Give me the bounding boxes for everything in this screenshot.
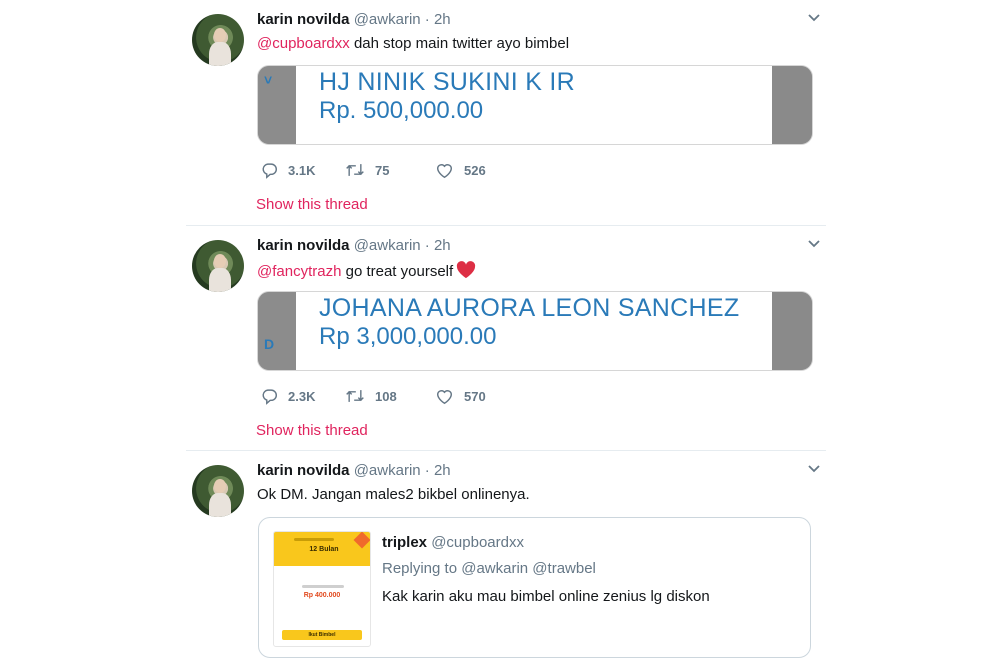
media-amount: Rp 3,000,000.00 — [319, 323, 497, 350]
separator: · — [424, 462, 430, 479]
tweet-media-image[interactable]: ˅ HJ NINIK SUKINI K IR Rp. 500,000.00 — [257, 65, 813, 145]
media-edge — [772, 66, 812, 144]
tweet-header: karin novilda @awkarin · 2h — [257, 11, 451, 28]
reply-button[interactable]: 3.1K — [261, 160, 315, 180]
reply-icon — [261, 162, 278, 179]
promo-plan-title: 12 Bulan — [309, 546, 339, 553]
chevron-down-icon[interactable] — [808, 14, 820, 26]
avatar[interactable] — [192, 14, 244, 66]
tweet-body: dah stop main twitter ayo bimbel — [349, 35, 570, 52]
media-amount: Rp. 500,000.00 — [319, 97, 484, 124]
tweet-header: karin novilda @awkarin · 2h — [257, 237, 451, 254]
quoted-author-handle[interactable]: @cupboardxx — [431, 534, 524, 551]
author-handle[interactable]: @awkarin — [354, 237, 421, 254]
quoted-author-name[interactable]: triplex — [382, 534, 427, 551]
author-name[interactable]: karin novilda — [257, 462, 350, 479]
quoted-tweet[interactable]: 12 Bulan Rp 400.000 Ikut Bimbel triplex … — [258, 517, 811, 658]
like-count: 526 — [464, 162, 486, 178]
media-edge — [772, 292, 812, 370]
timestamp[interactable]: 2h — [434, 237, 451, 254]
reply-count: 3.1K — [288, 162, 316, 178]
quoted-tweet-text: Kak karin aku mau bimbel online zenius l… — [382, 588, 710, 605]
media-fragment: D — [264, 336, 275, 352]
show-thread-link[interactable]: Show this thread — [256, 422, 368, 439]
author-handle[interactable]: @awkarin — [354, 462, 421, 479]
timestamp[interactable]: 2h — [434, 462, 451, 479]
tweet[interactable]: karin novilda @awkarin · 2h Ok DM. Janga… — [186, 451, 826, 667]
mention-link[interactable]: @fancytrazh — [257, 263, 341, 280]
separator: · — [424, 11, 430, 28]
tweet-actions: 3.1K 75 526 — [257, 160, 657, 180]
mention-link[interactable]: @cupboardxx — [257, 35, 350, 52]
tweet-text: Ok DM. Jangan males2 bikbel onlinenya. — [257, 486, 530, 503]
tweet-media-image[interactable]: D JOHANA AURORA LEON SANCHEZ Rp 3,000,00… — [257, 291, 813, 371]
chevron-down-icon[interactable] — [808, 465, 820, 477]
red-heart-emoji-icon — [456, 261, 476, 283]
like-button[interactable]: 570 — [435, 386, 486, 406]
reply-button[interactable]: 2.3K — [261, 386, 315, 406]
promo-price: Rp 400.000 — [303, 592, 341, 599]
promo-line — [294, 538, 334, 541]
heart-icon — [435, 388, 454, 405]
avatar[interactable] — [192, 240, 244, 292]
tweet[interactable]: karin novilda @awkarin · 2h @cupboardxx … — [186, 0, 826, 226]
retweet-count: 108 — [375, 388, 397, 404]
retweet-icon — [345, 388, 365, 404]
chevron-down-icon[interactable] — [808, 240, 820, 252]
quoted-tweet-header: triplex @cupboardxx — [382, 534, 524, 551]
media-edge — [258, 292, 296, 370]
timestamp[interactable]: 2h — [434, 11, 451, 28]
tweet-text: @fancytrazh go treat yourself — [257, 261, 476, 283]
replying-to: Replying to @awkarin @trawbel — [382, 560, 596, 577]
show-thread-link[interactable]: Show this thread — [256, 196, 368, 213]
replying-to-label: Replying to — [382, 560, 458, 577]
media-recipient-name: JOHANA AURORA LEON SANCHEZ — [319, 294, 740, 322]
quoted-tweet-image[interactable]: 12 Bulan Rp 400.000 Ikut Bimbel — [273, 531, 371, 647]
tweet-actions: 2.3K 108 570 — [257, 386, 657, 406]
tweet[interactable]: karin novilda @awkarin · 2h @fancytrazh … — [186, 226, 826, 451]
replying-to-handles[interactable]: @awkarin @trawbel — [461, 560, 596, 577]
retweet-button[interactable]: 108 — [345, 386, 397, 406]
tweet-body: go treat yourself — [341, 263, 454, 280]
tweet-text: @cupboardxx dah stop main twitter ayo bi… — [257, 35, 569, 52]
retweet-icon — [345, 162, 365, 178]
promo-button: Ikut Bimbel — [282, 630, 362, 640]
like-count: 570 — [464, 388, 486, 404]
author-handle[interactable]: @awkarin — [354, 11, 421, 28]
like-button[interactable]: 526 — [435, 160, 486, 180]
media-recipient-name: HJ NINIK SUKINI K IR — [319, 68, 576, 96]
retweet-count: 75 — [375, 162, 390, 178]
promo-button-label: Ikut Bimbel — [308, 632, 336, 638]
separator: · — [424, 237, 430, 254]
author-name[interactable]: karin novilda — [257, 237, 350, 254]
heart-icon — [435, 162, 454, 179]
avatar[interactable] — [192, 465, 244, 517]
tweet-header: karin novilda @awkarin · 2h — [257, 462, 451, 479]
retweet-button[interactable]: 75 — [345, 160, 389, 180]
timeline: karin novilda @awkarin · 2h @cupboardxx … — [186, 0, 826, 667]
author-name[interactable]: karin novilda — [257, 11, 350, 28]
promo-line — [302, 585, 344, 588]
reply-icon — [261, 388, 278, 405]
reply-count: 2.3K — [288, 388, 316, 404]
media-fragment: ˅ — [264, 72, 273, 88]
